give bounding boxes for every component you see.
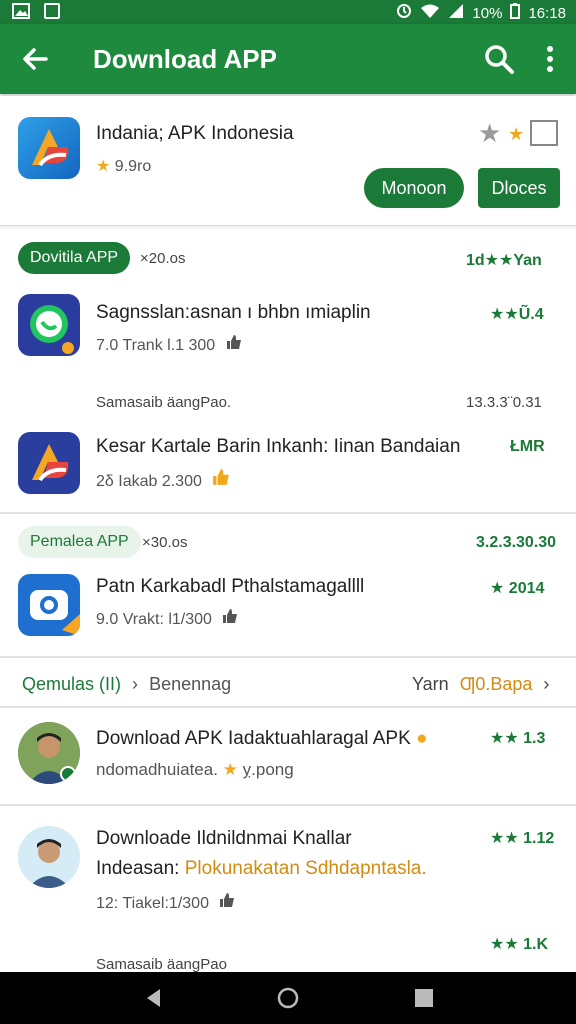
app-rating: ★★ 1.K (490, 936, 549, 953)
divider (0, 512, 576, 514)
avatar (18, 722, 80, 784)
app-rating: ★★ 1.12 (490, 830, 555, 847)
app-meta: 9.0 Vrakt: l1/300 (96, 608, 238, 629)
category-chip[interactable]: Dovitila APP (18, 242, 131, 274)
section-header: Qemulas (II) › Benennag (22, 674, 232, 694)
app-name[interactable]: Downloade Ildnildnmai Knallar (96, 828, 352, 850)
app-rating: ★★ 1.3 (490, 730, 546, 747)
app-logo-icon (18, 117, 80, 179)
app-footer-left: Samasaib äangPao. (96, 394, 232, 411)
star-half-icon: ★ (508, 124, 525, 144)
signal-icon (448, 3, 464, 23)
app-name[interactable]: Kesar Kartale Barin Inkanh: Iinan Bandai… (96, 436, 460, 458)
clock-time: 16:18 (528, 4, 566, 22)
arrow-left-icon[interactable] (18, 41, 54, 77)
app-rating: ŁMR (510, 438, 545, 455)
app-name[interactable]: Sagnsslan:asnan ı bhbn ımiaplin (96, 302, 371, 324)
star-outline-icon[interactable]: ★ (478, 118, 501, 149)
divider (0, 706, 576, 708)
app-meta: 7.0 Trank l.1 300 (96, 334, 242, 355)
star-icon: ★ (222, 760, 238, 779)
triangle-back-icon[interactable] (142, 986, 166, 1010)
category-chip[interactable]: Pemalea APP (18, 526, 141, 558)
search-icon[interactable] (482, 42, 516, 76)
app-name[interactable]: Patn Karkabadl Pthalstamagallll (96, 576, 364, 598)
image-icon (12, 3, 30, 23)
square-icon (44, 3, 60, 19)
messaging-app-icon (18, 294, 80, 356)
status-bar: 10% 16:18 (0, 0, 576, 24)
chip-meta: ×30.os (142, 534, 188, 551)
star-icon: ★ (96, 158, 111, 175)
battery-percent: 10% (472, 4, 503, 22)
thumb-up-icon (226, 335, 242, 354)
app-rating: ★ 2014 (490, 580, 545, 597)
primary-action-button[interactable]: Monoon (364, 168, 464, 208)
app-bar: Download APP (0, 24, 576, 94)
circle-home-icon[interactable] (276, 986, 300, 1010)
badge-icon: ● (416, 728, 428, 749)
system-nav-bar (0, 972, 576, 1024)
app-logo-icon (18, 432, 80, 494)
app-footer-left: Samasaib äangPao (96, 956, 227, 973)
section-right-meta: 1d★★Yan (466, 252, 542, 269)
square-recent-icon[interactable] (412, 986, 436, 1010)
app-name: Indania; APK Indonesia (96, 123, 294, 144)
chip-meta: ×20.os (140, 250, 186, 267)
featured-app-card[interactable]: Indania; APK Indonesia ★ 9.9ro ★ ★ Monoo… (0, 96, 576, 226)
avatar (18, 826, 80, 888)
app-rating: ★★Ũ.4 (490, 306, 544, 323)
thumb-up-icon (212, 469, 230, 490)
section-right-meta: 3.2.3.30.30 (476, 534, 557, 551)
divider (0, 656, 576, 658)
app-meta: 12: Tiakel:1/300 (96, 892, 235, 913)
chevron-right-icon: › (543, 674, 550, 694)
page-title: Download APP (93, 44, 277, 74)
app-rating: ★ 9.9ro (96, 158, 152, 175)
app-footer-right: 13.3.3¨0.31 (466, 394, 542, 411)
thumb-up-icon (222, 609, 238, 628)
see-more-link[interactable]: Yarn Ƣ0.Bapa › (412, 674, 549, 695)
alarm-icon (396, 3, 412, 23)
secondary-action-button[interactable]: Dloces (478, 168, 560, 208)
divider (0, 804, 576, 806)
battery-icon (510, 3, 521, 23)
camera-app-icon (18, 574, 80, 636)
app-meta: 2δ Iakab 2.300 (96, 468, 230, 491)
app-name[interactable]: Download APK Iadaktuahlaragal APK ● (96, 728, 428, 750)
app-subtitle: Indeasan: Plokunakatan Sdhdapntasla. (96, 858, 427, 879)
more-vert-icon[interactable] (538, 42, 562, 76)
wifi-icon (420, 3, 440, 23)
app-meta: ndomadhuiatea. ★ ỵ.pong (96, 760, 294, 779)
wishlist-icon[interactable] (530, 120, 558, 146)
thumb-up-icon (219, 893, 235, 912)
